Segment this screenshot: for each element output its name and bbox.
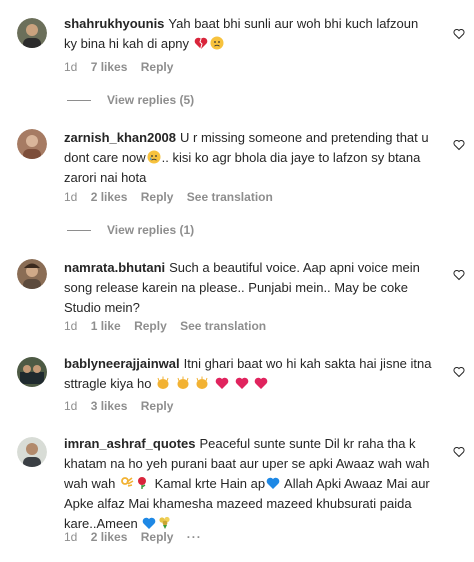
rose-emoji <box>136 476 150 490</box>
view-replies-line <box>67 230 91 232</box>
ok-hand-emoji <box>120 476 134 490</box>
likes-count[interactable]: 7 likes <box>91 60 128 74</box>
comment-time: 1d <box>64 399 78 413</box>
clapping-hands-emoji <box>156 376 170 390</box>
avatar[interactable] <box>17 437 47 467</box>
crying-face-emoji <box>147 150 161 164</box>
comment-meta: 1d 2 likes Reply See translation <box>64 190 283 204</box>
view-replies-label: View replies (1) <box>107 223 195 237</box>
comment-username[interactable]: namrata.bhutani <box>64 260 165 275</box>
clapping-hands-emoji <box>176 376 190 390</box>
reply-button[interactable]: Reply <box>141 530 174 544</box>
comment-body: imran_ashraf_quotes Peaceful sunte sunte … <box>64 434 432 534</box>
reply-button[interactable]: Reply <box>141 190 174 204</box>
sad-face-emoji <box>210 36 224 50</box>
avatar[interactable] <box>17 259 47 289</box>
emoji-row <box>155 376 269 391</box>
reply-button[interactable]: Reply <box>141 60 174 74</box>
bouquet-emoji <box>158 516 172 530</box>
avatar[interactable] <box>17 357 47 387</box>
blue-heart-emoji <box>266 476 280 490</box>
reply-button[interactable]: Reply <box>141 399 174 413</box>
avatar[interactable] <box>17 129 47 159</box>
comment-body: namrata.bhutani Such a beautiful voice. A… <box>64 258 432 318</box>
red-heart-emoji <box>254 376 268 390</box>
comment-body: bablyneerajjainwal Itni ghari baat wo hi … <box>64 354 432 394</box>
likes-count[interactable]: 2 likes <box>91 530 128 544</box>
comment-time: 1d <box>64 319 78 333</box>
comment-body: zarnish_khan2008 U r missing someone and … <box>64 128 432 188</box>
likes-count[interactable]: 1 like <box>91 319 121 333</box>
comment-meta: 1d 1 like Reply See translation <box>64 319 276 333</box>
like-heart-icon[interactable] <box>453 365 465 378</box>
comment-body: shahrukhyounis Yah baat bhi sunli aur woh… <box>64 14 432 54</box>
comment-username[interactable]: shahrukhyounis <box>64 16 164 31</box>
view-replies-button[interactable]: View replies (5) <box>67 93 194 107</box>
view-replies-button[interactable]: View replies (1) <box>67 223 194 237</box>
view-replies-label: View replies (5) <box>107 93 195 107</box>
broken-heart-emoji <box>194 36 208 50</box>
blue-heart-emoji <box>142 516 156 530</box>
comment-time: 1d <box>64 190 78 204</box>
like-heart-icon[interactable] <box>453 138 465 151</box>
clapping-hands-emoji <box>195 376 209 390</box>
comment-meta: 1d 3 likes Reply <box>64 399 183 413</box>
comment-username[interactable]: bablyneerajjainwal <box>64 356 180 371</box>
comment-username[interactable]: imran_ashraf_quotes <box>64 436 196 451</box>
comment-meta: 1d 7 likes Reply <box>64 60 183 74</box>
comment-time: 1d <box>64 60 78 74</box>
see-translation-button[interactable]: See translation <box>180 319 266 333</box>
more-options-icon[interactable]: ··· <box>187 530 202 544</box>
likes-count[interactable]: 2 likes <box>91 190 128 204</box>
like-heart-icon[interactable] <box>453 27 465 40</box>
like-heart-icon[interactable] <box>453 268 465 281</box>
likes-count[interactable]: 3 likes <box>91 399 128 413</box>
reply-button[interactable]: Reply <box>134 319 167 333</box>
comment-time: 1d <box>64 530 78 544</box>
like-heart-icon[interactable] <box>453 445 465 458</box>
view-replies-line <box>67 100 91 102</box>
avatar[interactable] <box>17 18 47 48</box>
red-heart-emoji <box>215 376 229 390</box>
comment-text-continued: Kamal krte Hain ap <box>154 476 266 491</box>
comment-meta: 1d 2 likes Reply ··· <box>64 530 212 544</box>
comment-username[interactable]: zarnish_khan2008 <box>64 130 176 145</box>
see-translation-button[interactable]: See translation <box>187 190 273 204</box>
red-heart-emoji <box>235 376 249 390</box>
